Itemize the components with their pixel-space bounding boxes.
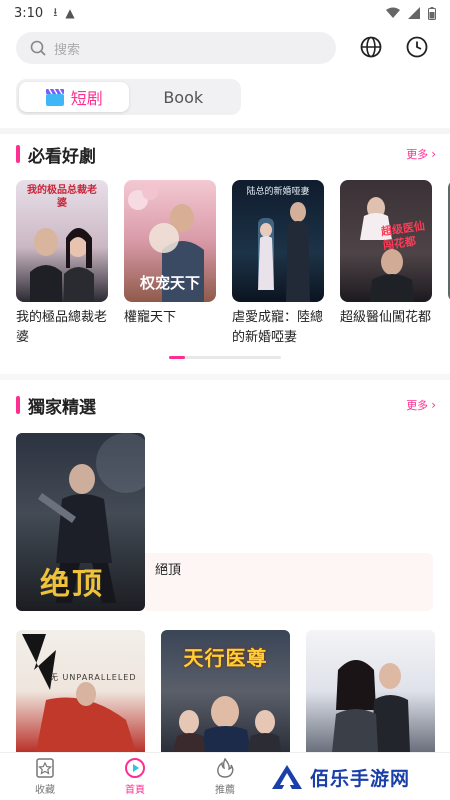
- search-input[interactable]: 搜索: [16, 32, 336, 64]
- language-button[interactable]: [358, 34, 384, 60]
- drama-title: 權寵天下: [124, 310, 177, 325]
- carousel-scrollbar: [169, 356, 281, 359]
- drama-title: 超級醫仙闖花都: [340, 310, 432, 325]
- drama-poster: 我的极品总裁老婆: [16, 180, 108, 302]
- drama-card[interactable]: 我的极品总裁老婆 我的極品總裁老婆: [16, 180, 108, 348]
- section-title: 必看好劇: [28, 146, 96, 167]
- chevron-right-icon: ›: [431, 147, 436, 161]
- watermark: 佰乐手游网: [270, 757, 448, 797]
- drama-poster: 权宠天下: [124, 180, 216, 302]
- notification-icon: ▲: [65, 6, 75, 20]
- drama-poster: 陆总的新婚哑妻: [232, 180, 324, 302]
- wifi-icon: [386, 7, 400, 18]
- tab-short-drama[interactable]: 短剧: [19, 82, 129, 112]
- drama-poster[interactable]: [306, 630, 435, 752]
- drama-poster: 超级医仙闯花都: [340, 180, 432, 302]
- drama-card[interactable]: 权宠天下 權寵天下: [124, 180, 216, 328]
- grid-poster-title-text: 无 UNPARALLELED: [50, 673, 137, 682]
- carousel-scroll-thumb: [169, 356, 185, 359]
- more-button[interactable]: 更多 ›: [406, 146, 436, 162]
- flame-icon: [217, 757, 234, 778]
- tab-book-label: Book: [163, 87, 204, 107]
- history-button[interactable]: [404, 34, 430, 60]
- search-row: 搜索: [16, 32, 436, 64]
- play-circle-icon: [125, 758, 145, 778]
- globe-icon: [360, 36, 382, 58]
- poster-title-text: 权宠天下: [139, 274, 200, 292]
- section-accent-bar: [16, 145, 20, 163]
- tab-book[interactable]: Book: [129, 82, 239, 112]
- watermark-logo: [272, 765, 302, 789]
- tab-short-drama-label: 短剧: [70, 89, 103, 108]
- drama-card[interactable]: 超级医仙闯花都 超級醫仙闖花都: [340, 180, 432, 328]
- drama-poster[interactable]: 天行医尊: [161, 630, 290, 752]
- clock-icon: [406, 36, 428, 58]
- drama-card[interactable]: 陆总的新婚哑妻 虐愛成寵：陸總的新婚啞妻: [232, 180, 324, 348]
- poster-title-text: 陆总的新婚哑妻: [246, 187, 310, 197]
- more-button[interactable]: 更多 ›: [406, 397, 436, 413]
- battery-icon: [428, 6, 436, 20]
- star-icon: [36, 758, 54, 778]
- drama-title: 虐愛成寵：陸總的新婚啞妻: [232, 310, 324, 345]
- watermark-text: 佰乐手游网: [310, 767, 411, 790]
- poster-title-text: 我的极品总裁老婆: [27, 185, 97, 209]
- nav-label: 首頁: [125, 785, 145, 796]
- download-icon: ⭳: [53, 4, 58, 19]
- nav-label: 推薦: [215, 785, 235, 796]
- nav-item-home[interactable]: 首頁: [90, 753, 180, 800]
- more-label: 更多: [406, 399, 429, 412]
- signal-icon: [408, 7, 420, 19]
- divider: [0, 128, 450, 134]
- nav-item-recommend[interactable]: 推薦: [180, 753, 270, 800]
- section-header-exclusive: 獨家精選 更多 ›: [16, 394, 436, 418]
- featured-drama-title: 絕頂: [155, 563, 182, 578]
- section-header-must-watch: 必看好劇 更多 ›: [16, 143, 436, 167]
- nav-label: 收藏: [35, 785, 55, 796]
- more-label: 更多: [406, 148, 429, 161]
- section-title: 獨家精選: [28, 397, 96, 418]
- clapperboard-icon: [45, 88, 65, 106]
- featured-drama-info[interactable]: 絕頂: [145, 553, 433, 611]
- grid-poster-title-text: 天行医尊: [183, 646, 268, 670]
- search-placeholder: 搜索: [54, 42, 81, 58]
- drama-title: 我的極品總裁老婆: [16, 310, 108, 345]
- featured-drama-poster[interactable]: 绝顶: [16, 433, 145, 611]
- chevron-right-icon: ›: [431, 398, 436, 412]
- featured-poster-title-text: 绝顶: [40, 567, 104, 602]
- status-time: 3:10: [14, 5, 44, 21]
- section-accent-bar: [16, 396, 20, 414]
- divider: [0, 374, 450, 380]
- nav-item-favorites[interactable]: 收藏: [0, 753, 90, 800]
- drama-poster[interactable]: 无 UNPARALLELED: [16, 630, 145, 752]
- content-type-switch: 短剧 Book: [16, 79, 241, 115]
- search-icon: [30, 40, 46, 56]
- status-bar: 3:10 ⭳ ▲: [0, 0, 450, 26]
